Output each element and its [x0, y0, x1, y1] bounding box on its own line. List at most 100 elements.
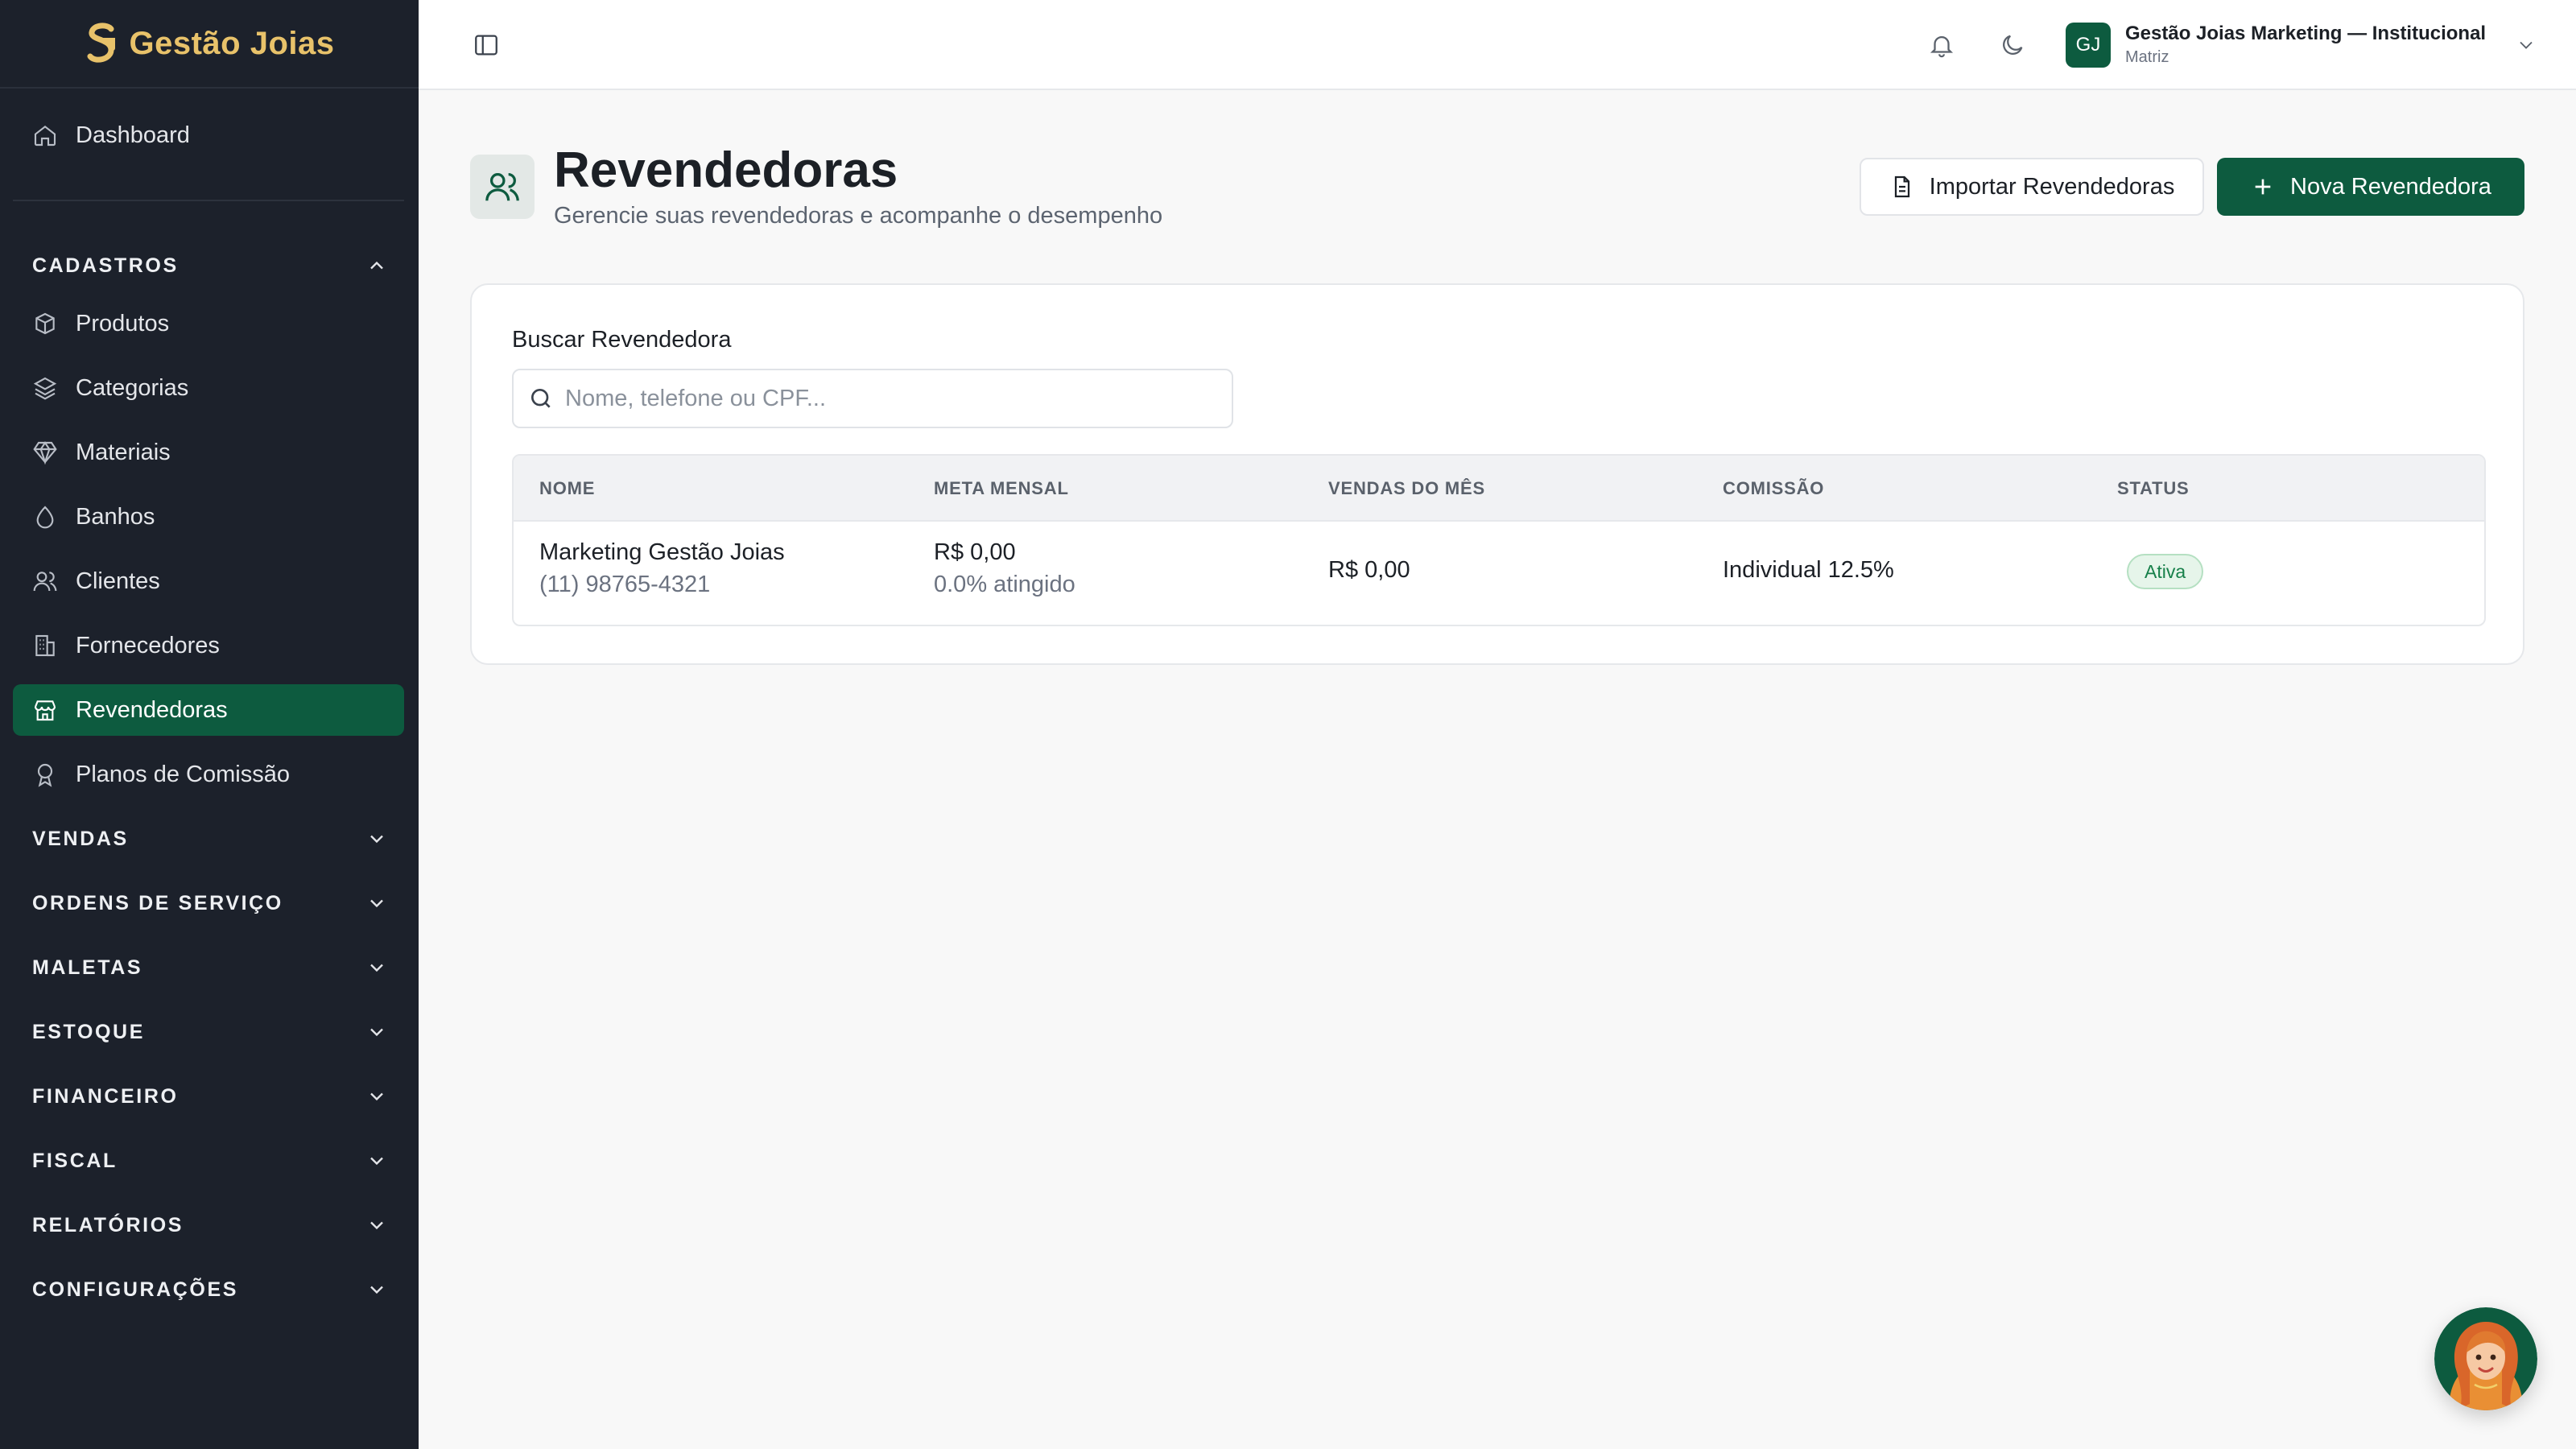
section-financeiro[interactable]: FINANCEIRO: [32, 1074, 388, 1119]
search-icon: [531, 389, 551, 408]
reseller-vendas: R$ 0,00: [1328, 557, 1410, 583]
reseller-meta-progress: 0.0% atingido: [934, 572, 1075, 597]
theme-toggle-button[interactable]: [1995, 27, 2030, 63]
column-header-comissao[interactable]: COMISSÃO: [1723, 478, 1824, 499]
section-title: ORDENS DE SERVIÇO: [32, 891, 283, 914]
table-row[interactable]: Marketing Gestão Joias (11) 98765-4321 R…: [514, 522, 2484, 625]
chevron-down-icon: [370, 899, 383, 908]
section-title: CADASTROS: [32, 254, 179, 277]
sidebar-item-label: Planos de Comissão: [76, 761, 290, 787]
sidebar-item-fornecedores[interactable]: Fornecedores: [13, 620, 404, 671]
page-title: Revendedoras: [554, 142, 898, 198]
section-relatorios[interactable]: RELATÓRIOS: [32, 1203, 388, 1248]
resellers-card: Buscar Revendedora NOME META MENSAL VEND…: [470, 283, 2524, 665]
reseller-meta: R$ 0,00: [934, 539, 1016, 565]
sidebar-item-label: Revendedoras: [76, 696, 228, 723]
sidebar-item-banhos[interactable]: Banhos: [13, 491, 404, 543]
brand-name: Gestão Joias: [129, 25, 335, 61]
sidebar-item-label: Clientes: [76, 568, 160, 594]
sidebar-item-label: Materiais: [76, 439, 171, 465]
org-name[interactable]: Gestão Joias Marketing — Institucional: [2125, 23, 2486, 45]
sidebar-item-label: Dashboard: [76, 122, 190, 148]
import-button[interactable]: Importar Revendedoras: [1860, 158, 2204, 216]
search-input[interactable]: [565, 385, 1225, 412]
box-icon: [35, 312, 55, 335]
section-title: ESTOQUE: [32, 1020, 145, 1043]
import-button-label: Importar Revendedoras: [1929, 173, 2175, 200]
sidebar-item-label: Produtos: [76, 310, 170, 336]
sidebar-item-clientes[interactable]: Clientes: [13, 555, 404, 607]
app-root: Gestão Joias Dashboard CADASTROS Produto…: [0, 0, 2576, 1449]
section-cadastros[interactable]: CADASTROS: [32, 243, 388, 288]
panel-left-icon: [475, 35, 497, 56]
chevron-down-icon: [370, 1221, 383, 1230]
chevron-up-icon: [370, 261, 383, 270]
sidebar-item-materiais[interactable]: Materiais: [13, 427, 404, 478]
sidebar: Gestão Joias Dashboard CADASTROS Produto…: [0, 0, 419, 1449]
section-maletas[interactable]: MALETAS: [32, 945, 388, 990]
users-icon: [33, 572, 57, 592]
moon-icon: [2003, 35, 2023, 55]
assistant-chat-button[interactable]: [2434, 1307, 2537, 1410]
building-icon: [35, 634, 55, 657]
section-title: VENDAS: [32, 827, 129, 850]
section-fiscal[interactable]: FISCAL: [32, 1138, 388, 1183]
column-header-status[interactable]: STATUS: [2117, 478, 2190, 499]
new-reseller-button-label: Nova Revendedora: [2290, 173, 2491, 200]
file-icon: [1894, 175, 1909, 198]
section-ordens-servico[interactable]: ORDENS DE SERVIÇO: [32, 881, 388, 926]
section-vendas[interactable]: VENDAS: [32, 816, 388, 861]
gem-icon: [33, 441, 57, 465]
chevron-down-icon: [370, 1157, 383, 1166]
status-badge: Ativa: [2127, 554, 2204, 589]
sidebar-toggle-button[interactable]: [469, 27, 504, 63]
chevron-down-icon: [370, 1028, 383, 1037]
sidebar-divider: [13, 200, 404, 201]
sidebar-item-planos-comissao[interactable]: Planos de Comissão: [13, 749, 404, 800]
table-header: NOME META MENSAL VENDAS DO MÊS COMISSÃO …: [514, 456, 2484, 522]
reseller-phone: (11) 98765-4321: [539, 572, 711, 597]
award-icon: [37, 763, 53, 787]
chevron-down-icon: [370, 835, 383, 844]
search-field[interactable]: [512, 369, 1233, 428]
plus-icon: [2255, 179, 2271, 195]
section-title: RELATÓRIOS: [32, 1213, 184, 1236]
org-subtitle: Matriz: [2125, 48, 2169, 66]
section-configuracoes[interactable]: CONFIGURAÇÕES: [32, 1267, 388, 1312]
sidebar-item-categorias[interactable]: Categorias: [13, 362, 404, 414]
sidebar-item-label: Categorias: [76, 374, 189, 401]
sidebar-item-label: Banhos: [76, 503, 155, 530]
column-header-vendas[interactable]: VENDAS DO MÊS: [1328, 478, 1485, 499]
column-header-nome[interactable]: NOME: [539, 478, 595, 499]
page-subtitle: Gerencie suas revendedoras e acompanhe o…: [554, 203, 1163, 229]
org-switcher-button[interactable]: [2508, 27, 2544, 63]
brand-logo-icon: [87, 23, 116, 63]
reseller-comissao: Individual 12.5%: [1723, 557, 1894, 583]
search-label: Buscar Revendedora: [512, 327, 732, 353]
assistant-avatar-icon: [2434, 1307, 2537, 1410]
section-title: CONFIGURAÇÕES: [32, 1278, 239, 1301]
sidebar-item-label: Fornecedores: [76, 632, 220, 658]
new-reseller-button[interactable]: Nova Revendedora: [2217, 158, 2524, 216]
droplet-icon: [36, 506, 54, 529]
topbar: GJ Gestão Joias Marketing — Instituciona…: [419, 0, 2576, 90]
brand[interactable]: Gestão Joias: [0, 0, 419, 89]
section-estoque[interactable]: ESTOQUE: [32, 1009, 388, 1055]
chevron-down-icon: [2520, 41, 2533, 49]
sidebar-item-revendedoras[interactable]: Revendedoras: [13, 684, 404, 736]
home-icon: [34, 125, 56, 147]
chevron-down-icon: [370, 1092, 383, 1101]
layers-icon: [33, 377, 57, 400]
resellers-table: NOME META MENSAL VENDAS DO MÊS COMISSÃO …: [512, 454, 2486, 626]
reseller-name[interactable]: Marketing Gestão Joias: [539, 539, 785, 566]
bell-icon: [1930, 36, 1954, 58]
section-title: MALETAS: [32, 956, 143, 979]
chevron-down-icon: [370, 1286, 383, 1294]
chevron-down-icon: [370, 964, 383, 972]
column-header-meta[interactable]: META MENSAL: [934, 478, 1069, 499]
page-icon: [470, 155, 535, 219]
avatar[interactable]: GJ: [2066, 23, 2111, 68]
notifications-button[interactable]: [1924, 27, 1959, 63]
sidebar-item-produtos[interactable]: Produtos: [13, 298, 404, 349]
sidebar-item-dashboard[interactable]: Dashboard: [13, 109, 404, 161]
